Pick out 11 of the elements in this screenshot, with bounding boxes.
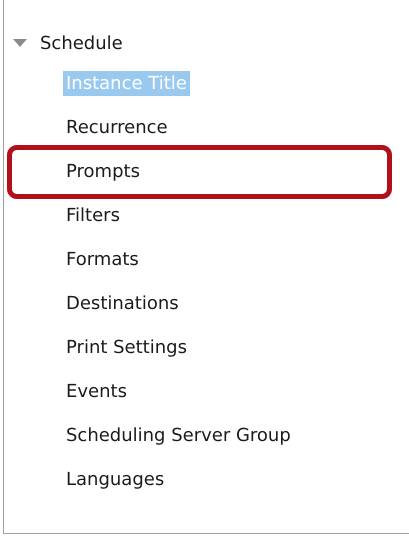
tree-item[interactable]: Filters [63, 202, 123, 228]
tree-item[interactable]: Prompts [63, 158, 143, 184]
tree-item[interactable]: Print Settings [63, 334, 190, 360]
tree-item[interactable]: Schedule [37, 30, 126, 56]
tree-item[interactable]: Destinations [63, 290, 182, 316]
tree-item[interactable]: Recurrence [63, 114, 171, 140]
tree-item[interactable]: Events [63, 378, 130, 404]
tree-item[interactable]: Languages [63, 466, 168, 492]
tree-item[interactable]: Formats [63, 246, 142, 272]
tree-item[interactable]: Scheduling Server Group [63, 422, 294, 448]
expand-arrow-icon[interactable] [13, 38, 27, 48]
